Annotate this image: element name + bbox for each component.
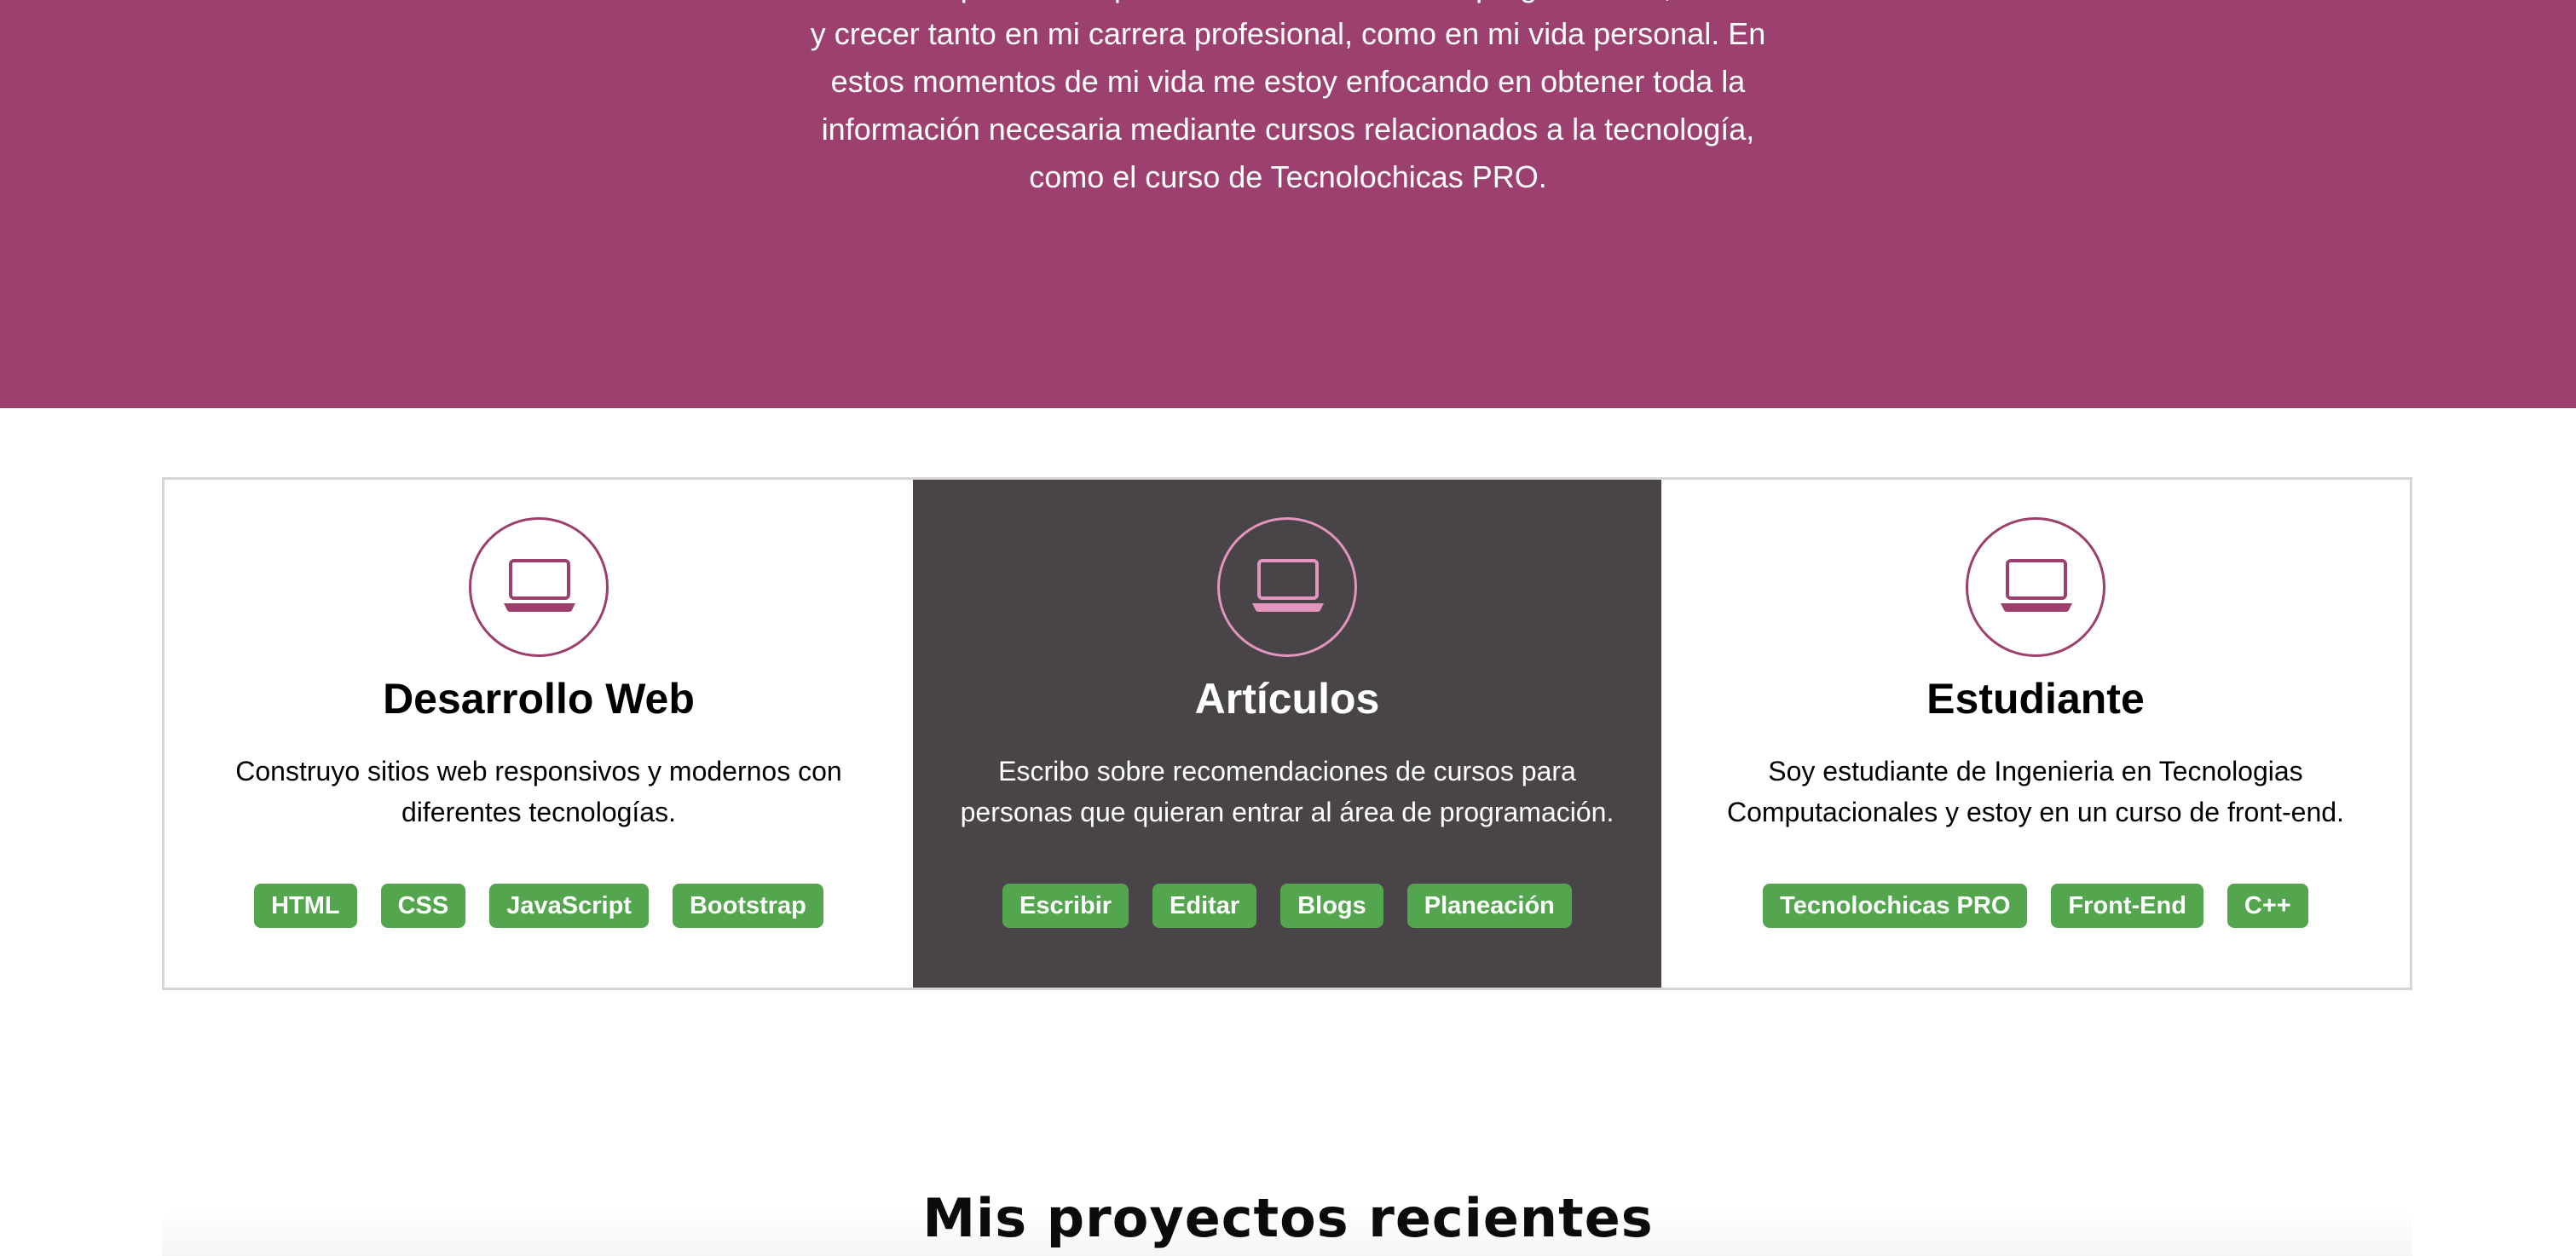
about-text-line: … aprender … para … en el mundo de la pr…: [750, 0, 1826, 10]
card-description-line: Escribo sobre recomendaciones de cursos …: [998, 756, 1576, 786]
tag-badge: Tecnolochicas PRO: [1763, 884, 2028, 928]
card-title: Artículos: [1194, 675, 1380, 723]
tag-badge: CSS: [380, 884, 466, 928]
tag-list: HTML CSS JavaScript Bootstrap: [165, 884, 913, 928]
skill-card-web-development: Desarrollo Web Construyo sitios web resp…: [165, 480, 913, 988]
card-description-line: personas que quieran entrar al área de p…: [960, 797, 1614, 827]
laptop-icon: [468, 517, 609, 657]
laptop-icon: [1216, 517, 1357, 657]
tag-badge: C++: [2227, 884, 2308, 928]
tag-badge: Escribir: [1002, 884, 1129, 928]
laptop-icon-graphic: [2000, 559, 2072, 612]
tag-badge: Blogs: [1280, 884, 1383, 928]
tag-badge: Bootstrap: [672, 884, 823, 928]
card-description-line: Construyo sitios web responsivos y moder…: [235, 756, 842, 786]
laptop-icon-graphic: [503, 559, 575, 612]
laptop-icon: [1965, 517, 2105, 657]
about-text-line: información necesaria mediante cursos re…: [821, 112, 1755, 147]
card-description-line: Soy estudiante de Ingenieria en Tecnolog…: [1768, 756, 2303, 786]
about-text-line: y crecer tanto en mi carrera profesional…: [810, 16, 1766, 51]
card-description: Construyo sitios web responsivos y moder…: [199, 751, 879, 833]
card-title: Estudiante: [1926, 675, 2145, 723]
about-text: … aprender … para … en el mundo de la pr…: [750, 0, 1826, 201]
card-description: Escribo sobre recomendaciones de cursos …: [947, 751, 1627, 833]
skills-cards: Desarrollo Web Construyo sitios web resp…: [162, 477, 2412, 990]
tag-badge: Front-End: [2051, 884, 2203, 928]
card-title: Desarrollo Web: [383, 675, 695, 723]
card-description: Soy estudiante de Ingenieria en Tecnolog…: [1695, 751, 2376, 833]
card-description-line: diferentes tecnologías.: [401, 797, 676, 827]
tag-list: Escribir Editar Blogs Planeación: [913, 884, 1661, 928]
card-description-line: Computacionales y estoy en un curso de f…: [1726, 797, 2344, 827]
tag-badge: JavaScript: [489, 884, 649, 928]
tag-badge: Editar: [1152, 884, 1257, 928]
tag-list: Tecnolochicas PRO Front-End C++: [1661, 884, 2410, 928]
skill-card-student: Estudiante Soy estudiante de Ingenieria …: [1661, 480, 2410, 988]
about-text-line: como el curso de Tecnolochicas PRO.: [1029, 159, 1547, 194]
skill-card-articles: Artículos Escribo sobre recomendaciones …: [912, 480, 1661, 988]
projects-heading: Mis proyectos recientes: [922, 1187, 1654, 1249]
tag-badge: Planeación: [1406, 884, 1572, 928]
about-hero: … aprender … para … en el mundo de la pr…: [0, 0, 2576, 408]
about-text-line: estos momentos de mi vida me estoy enfoc…: [830, 64, 1746, 99]
tag-badge: HTML: [254, 884, 357, 928]
laptop-icon-graphic: [1251, 559, 1324, 612]
